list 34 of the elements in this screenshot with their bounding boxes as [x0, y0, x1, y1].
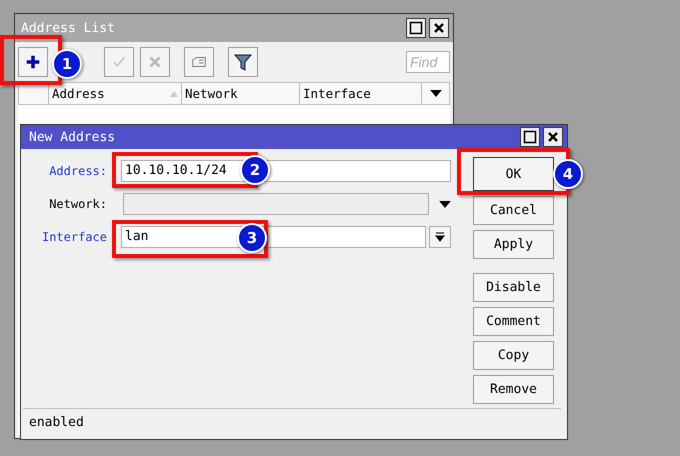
dialog-button[interactable]: Comment: [473, 307, 554, 336]
caret-icon: [435, 232, 445, 242]
field-label: Network:: [48, 197, 108, 211]
dialog-button[interactable]: OK: [473, 157, 554, 191]
close-icon[interactable]: [429, 18, 449, 38]
sort-icon: [170, 90, 178, 96]
field-label: Interface: [40, 230, 108, 244]
status-text: enabled: [29, 414, 84, 430]
close-icon[interactable]: [543, 127, 563, 147]
dialog-button[interactable]: Cancel: [473, 196, 554, 225]
dropdown-icon[interactable]: [439, 200, 451, 208]
maximize-icon[interactable]: [520, 127, 540, 147]
dialog-button[interactable]: Disable: [473, 273, 554, 302]
dropdown-button[interactable]: [429, 226, 451, 248]
caret-icon: [430, 90, 442, 97]
column-header[interactable]: Address: [49, 83, 182, 104]
column-header[interactable]: Network: [182, 83, 300, 104]
filter-button[interactable]: [228, 47, 258, 77]
filter-icon: [233, 52, 253, 72]
window-title: Address List: [21, 20, 115, 36]
dialog-title: New Address: [29, 130, 116, 144]
column-header[interactable]: Interface: [300, 83, 422, 104]
find-field[interactable]: Find: [406, 51, 450, 73]
dialog-button[interactable]: Apply: [473, 230, 554, 259]
step-badge: 4: [553, 159, 583, 189]
dialog-button[interactable]: Copy: [473, 341, 554, 370]
plus-icon: [24, 53, 42, 71]
comment-button[interactable]: [184, 47, 214, 77]
enable-button[interactable]: [104, 47, 134, 77]
dialog-button[interactable]: Remove: [473, 375, 554, 404]
field-label: Address:: [48, 164, 108, 178]
add-button[interactable]: [18, 47, 48, 77]
disable-button[interactable]: [140, 47, 170, 77]
maximize-icon[interactable]: [406, 18, 426, 38]
